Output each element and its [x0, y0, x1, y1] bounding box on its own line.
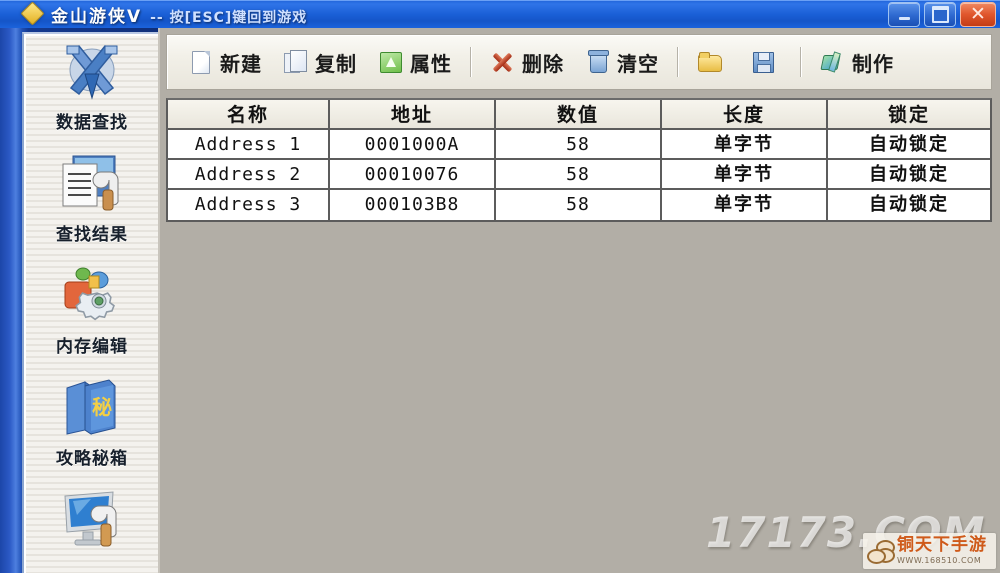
- cell-length: 单字节: [662, 160, 828, 190]
- delete-button[interactable]: 删除: [479, 40, 574, 84]
- sidebar-item-data-search[interactable]: 数据查找: [24, 34, 158, 146]
- copy-pages-icon: [282, 49, 308, 75]
- open-button[interactable]: [686, 40, 739, 84]
- save-button[interactable]: [739, 40, 792, 84]
- monitor-wrench-icon: [55, 488, 129, 554]
- crossed-tools-icon: [55, 40, 129, 106]
- make-icon: [819, 49, 845, 75]
- toolbar-separator: [470, 47, 471, 77]
- window-title-suffix: -- 按[ESC]键回到游戏: [150, 9, 308, 26]
- sidebar-item-strategy-box[interactable]: 秘 攻略秘箱: [24, 370, 158, 482]
- sidebar-panel: 数据查找 查找结果 内存编辑 秘 攻略秘箱: [22, 32, 158, 573]
- maximize-icon: [931, 6, 949, 23]
- gear-memory-icon: [55, 264, 129, 330]
- cell-name: Address 3: [168, 190, 330, 220]
- table-row[interactable]: Address 2 00010076 58 单字节 自动锁定: [168, 160, 990, 190]
- clear-button-label: 清空: [617, 51, 659, 76]
- delete-button-label: 删除: [522, 51, 564, 76]
- new-button[interactable]: 新建: [177, 40, 272, 84]
- application-window: 金山游侠V -- 按[ESC]键回到游戏 ✕ 数据查找 查找结果 内存编辑 秘 …: [0, 0, 1000, 573]
- table-row[interactable]: Address 3 000103B8 58 单字节 自动锁定: [168, 190, 990, 220]
- sidebar-item-label: 数据查找: [56, 113, 128, 133]
- toolbar-separator: [800, 47, 801, 77]
- cell-address: 0001000A: [330, 130, 496, 160]
- svg-text:秘: 秘: [92, 395, 112, 419]
- make-button-label: 制作: [852, 51, 894, 76]
- table-row[interactable]: Address 1 0001000A 58 单字节 自动锁定: [168, 130, 990, 160]
- column-header-lock[interactable]: 锁定: [828, 100, 990, 130]
- diamond-icon: [20, 1, 45, 26]
- sidebar-item-memory-edit[interactable]: 内存编辑: [24, 258, 158, 370]
- delete-x-icon: [489, 49, 515, 75]
- title-bar: 金山游侠V -- 按[ESC]键回到游戏 ✕: [0, 0, 1000, 28]
- toolbar-separator: [677, 47, 678, 77]
- new-page-icon: [187, 49, 213, 75]
- make-button[interactable]: 制作: [809, 40, 904, 84]
- sidebar-item-label: 查找结果: [56, 225, 128, 245]
- sidebar-item-label: 内存编辑: [56, 337, 128, 357]
- copy-button[interactable]: 复制: [272, 40, 367, 84]
- cell-value: 58: [496, 160, 662, 190]
- sidebar-item-search-results[interactable]: 查找结果: [24, 146, 158, 258]
- toolbar: 新建 复制 属性 删除 清空 制作: [166, 34, 992, 90]
- cell-lock: 自动锁定: [828, 130, 990, 160]
- cell-length: 单字节: [662, 130, 828, 160]
- blue-books-icon: 秘: [55, 376, 129, 442]
- table-header-row: 名称 地址 数值 长度 锁定: [168, 100, 990, 130]
- new-button-label: 新建: [220, 51, 262, 76]
- save-floppy-icon: [749, 49, 775, 75]
- coins-icon: [867, 538, 897, 564]
- content-area: 新建 复制 属性 删除 清空 制作 名称 地址 数值 长度 锁定 Address…: [158, 28, 1000, 573]
- cell-name: Address 2: [168, 160, 330, 190]
- column-header-name[interactable]: 名称: [168, 100, 330, 130]
- cell-address: 00010076: [330, 160, 496, 190]
- sidebar-item-label: 攻略秘箱: [56, 449, 128, 469]
- logo-url: WWW.168510.COM: [897, 556, 982, 565]
- close-button[interactable]: ✕: [960, 2, 996, 27]
- window-title: 金山游侠V -- 按[ESC]键回到游戏: [51, 2, 307, 27]
- document-wrench-icon: [55, 152, 129, 218]
- minimize-button[interactable]: [888, 2, 920, 27]
- cell-lock: 自动锁定: [828, 190, 990, 220]
- sidebar: 数据查找 查找结果 内存编辑 秘 攻略秘箱: [0, 28, 158, 573]
- trash-icon: [584, 49, 610, 75]
- minimize-icon: [898, 17, 910, 20]
- sidebar-item-system-tools[interactable]: [24, 482, 158, 573]
- properties-button[interactable]: 属性: [367, 40, 462, 84]
- column-header-address[interactable]: 地址: [330, 100, 496, 130]
- window-controls: ✕: [888, 2, 996, 27]
- cell-value: 58: [496, 190, 662, 220]
- open-folder-icon: [696, 49, 722, 75]
- column-header-value[interactable]: 数值: [496, 100, 662, 130]
- window-title-main: 金山游侠V: [51, 6, 143, 27]
- maximize-button[interactable]: [924, 2, 956, 27]
- copy-button-label: 复制: [315, 51, 357, 76]
- cell-length: 单字节: [662, 190, 828, 220]
- clear-button[interactable]: 清空: [574, 40, 669, 84]
- cell-value: 58: [496, 130, 662, 160]
- cell-lock: 自动锁定: [828, 160, 990, 190]
- properties-button-label: 属性: [410, 51, 452, 76]
- column-header-length[interactable]: 长度: [662, 100, 828, 130]
- logo-name: 铜天下手游: [897, 535, 987, 555]
- properties-icon: [377, 49, 403, 75]
- logo-watermark: 铜天下手游 WWW.168510.COM: [863, 533, 996, 569]
- address-table: 名称 地址 数值 长度 锁定 Address 1 0001000A 58 单字节…: [166, 98, 992, 222]
- close-icon: ✕: [970, 3, 986, 25]
- cell-address: 000103B8: [330, 190, 496, 220]
- cell-name: Address 1: [168, 130, 330, 160]
